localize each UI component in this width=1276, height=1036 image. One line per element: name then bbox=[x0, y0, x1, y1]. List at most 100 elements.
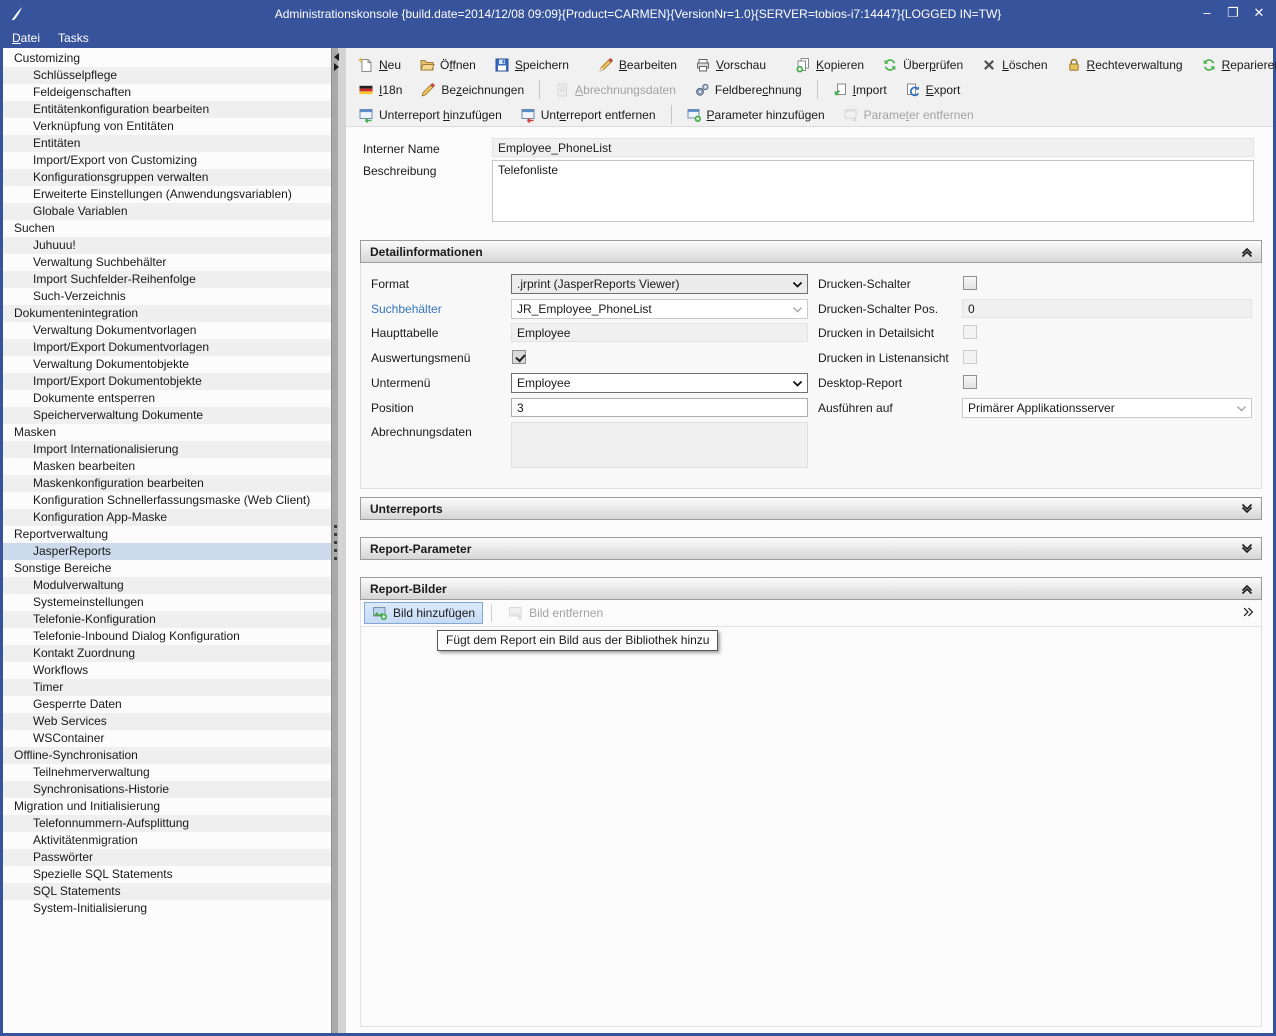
menu-item-tasks[interactable]: Tasks bbox=[58, 31, 89, 45]
rechteverwaltung-button[interactable]: Rechteverwaltung bbox=[1060, 54, 1189, 76]
expand-right-icon[interactable] bbox=[334, 63, 339, 71]
unterreport-hinzuf-gen-button[interactable]: Unterreport hinzufügen bbox=[352, 104, 508, 126]
suchbeh-lter-dropdown[interactable]: JR_Employee_PhoneList bbox=[511, 299, 808, 319]
chevron-double-up-icon[interactable] bbox=[1239, 244, 1255, 260]
bezeichnungen-button[interactable]: Bezeichnungen bbox=[414, 79, 530, 101]
sidebar-item-suchen[interactable]: Suchen bbox=[3, 220, 331, 237]
sidebar-item-entit-tenkonfiguration-bearbeiten[interactable]: Entitätenkonfiguration bearbeiten bbox=[3, 101, 331, 118]
sidebar-item-verwaltung-dokumentvorlagen[interactable]: Verwaltung Dokumentvorlagen bbox=[3, 322, 331, 339]
sidebar-item-gesperrte-daten[interactable]: Gesperrte Daten bbox=[3, 696, 331, 713]
sidebar-item-telefonie-konfiguration[interactable]: Telefonie-Konfiguration bbox=[3, 611, 331, 628]
chevron-double-right-icon[interactable] bbox=[1241, 605, 1255, 619]
kopieren-button[interactable]: Kopieren bbox=[789, 54, 870, 76]
sidebar-item-migration-und-initialisierung[interactable]: Migration und Initialisierung bbox=[3, 798, 331, 815]
sidebar-item-juhuuu[interactable]: Juhuuu! bbox=[3, 237, 331, 254]
sidebar-item-verwaltung-suchbeh-lter[interactable]: Verwaltung Suchbehälter bbox=[3, 254, 331, 271]
sidebar-item-import-export-dokumentvorlagen[interactable]: Import/Export Dokumentvorlagen bbox=[3, 339, 331, 356]
report-bilder-section-header[interactable]: Report-Bilder bbox=[360, 577, 1262, 600]
chevron-down-icon[interactable] bbox=[791, 303, 804, 316]
menu-item-datei[interactable]: Datei bbox=[12, 31, 40, 45]
sidebar-item-erweiterte-einstellungen-anwendungsvariablen[interactable]: Erweiterte Einstellungen (Anwendungsvari… bbox=[3, 186, 331, 203]
berpr-fen-button[interactable]: Überprüfen bbox=[876, 54, 969, 76]
ffnen-button[interactable]: Öffnen bbox=[413, 54, 482, 76]
sidebar-item-workflows[interactable]: Workflows bbox=[3, 662, 331, 679]
minimize-button[interactable]: – bbox=[1200, 5, 1214, 21]
sidebar-item-konfigurationsgruppen-verwalten[interactable]: Konfigurationsgruppen verwalten bbox=[3, 169, 331, 186]
sidebar-item-konfiguration-app-maske[interactable]: Konfiguration App-Maske bbox=[3, 509, 331, 526]
sidebar-item-sql-statements[interactable]: SQL Statements bbox=[3, 883, 331, 900]
sidebar-item-reportverwaltung[interactable]: Reportverwaltung bbox=[3, 526, 331, 543]
sidebar-item-import-internationalisierung[interactable]: Import Internationalisierung bbox=[3, 441, 331, 458]
beschreibung-textarea[interactable]: Telefonliste bbox=[492, 160, 1254, 222]
sidebar-item-globale-variablen[interactable]: Globale Variablen bbox=[3, 203, 331, 220]
sidebar-item-synchronisations-historie[interactable]: Synchronisations-Historie bbox=[3, 781, 331, 798]
chevron-double-down-icon[interactable] bbox=[1239, 501, 1255, 517]
splitter-handle-icon[interactable] bbox=[334, 520, 337, 565]
speichern-button[interactable]: Speichern bbox=[488, 54, 575, 76]
unterreports-section-header[interactable]: Unterreports bbox=[360, 497, 1262, 520]
sidebar-item-web-services[interactable]: Web Services bbox=[3, 713, 331, 730]
sidebar-item-verwaltung-dokumentobjekte[interactable]: Verwaltung Dokumentobjekte bbox=[3, 356, 331, 373]
bild-hinzuf-gen-button[interactable]: Bild hinzufügen bbox=[364, 602, 483, 624]
ausf-hren-auf-dropdown[interactable]: Primärer Applikationsserver bbox=[962, 398, 1252, 418]
chevron-down-icon[interactable] bbox=[1235, 402, 1248, 415]
drucken-schalter-checkbox[interactable] bbox=[963, 276, 977, 290]
export-button[interactable]: Export bbox=[899, 79, 967, 101]
sidebar-item-verkn-pfung-von-entit-ten[interactable]: Verknüpfung von Entitäten bbox=[3, 118, 331, 135]
report-parameter-section-header[interactable]: Report-Parameter bbox=[360, 537, 1262, 560]
sidebar-item-import-export-dokumentobjekte[interactable]: Import/Export Dokumentobjekte bbox=[3, 373, 331, 390]
sidebar-item-import-export-von-customizing[interactable]: Import/Export von Customizing bbox=[3, 152, 331, 169]
chevron-double-up-icon[interactable] bbox=[1239, 581, 1255, 597]
close-button[interactable]: ✕ bbox=[1252, 5, 1266, 21]
sidebar-item-import-suchfelder-reihenfolge[interactable]: Import Suchfelder-Reihenfolge bbox=[3, 271, 331, 288]
desktop-report-checkbox[interactable] bbox=[963, 375, 977, 389]
sidebar-item-teilnehmerverwaltung[interactable]: Teilnehmerverwaltung bbox=[3, 764, 331, 781]
sidebar-item-masken-bearbeiten[interactable]: Masken bearbeiten bbox=[3, 458, 331, 475]
vorschau-button[interactable]: Vorschau bbox=[689, 54, 772, 76]
chevron-double-down-icon[interactable] bbox=[1239, 541, 1255, 557]
sidebar-item-telefonie-inbound-dialog-konfiguration[interactable]: Telefonie-Inbound Dialog Konfiguration bbox=[3, 628, 331, 645]
sidebar-item-kontakt-zuordnung[interactable]: Kontakt Zuordnung bbox=[3, 645, 331, 662]
suchbeh-lter-label[interactable]: Suchbehälter bbox=[371, 301, 442, 317]
sidebar-item-spezielle-sql-statements[interactable]: Spezielle SQL Statements bbox=[3, 866, 331, 883]
sidebar-item-schl-sselpflege[interactable]: Schlüsselpflege bbox=[3, 67, 331, 84]
sidebar-item-modulverwaltung[interactable]: Modulverwaltung bbox=[3, 577, 331, 594]
sidebar-item-such-verzeichnis[interactable]: Such-Verzeichnis bbox=[3, 288, 331, 305]
reparieren-button[interactable]: Reparieren bbox=[1195, 54, 1276, 76]
untermen-dropdown[interactable]: Employee bbox=[511, 373, 808, 393]
sidebar-item-wscontainer[interactable]: WSContainer bbox=[3, 730, 331, 747]
neu-button[interactable]: Neu bbox=[352, 54, 407, 76]
auswertungsmen-checkbox[interactable] bbox=[512, 350, 526, 364]
chevron-down-icon[interactable] bbox=[791, 278, 804, 291]
sidebar-item-sonstige-bereiche[interactable]: Sonstige Bereiche bbox=[3, 560, 331, 577]
sidebar-item-dokumentenintegration[interactable]: Dokumentenintegration bbox=[3, 305, 331, 322]
sidebar-item-customizing[interactable]: Customizing bbox=[3, 50, 331, 67]
sidebar-item-passw-rter[interactable]: Passwörter bbox=[3, 849, 331, 866]
import-button[interactable]: Import bbox=[826, 79, 893, 101]
unterreport-entfernen-button[interactable]: Unterreport entfernen bbox=[514, 104, 662, 126]
splitter[interactable] bbox=[331, 48, 346, 1033]
chevron-down-icon[interactable] bbox=[791, 377, 804, 390]
sidebar-item-offline-synchronisation[interactable]: Offline-Synchronisation bbox=[3, 747, 331, 764]
sidebar-item-systemeinstellungen[interactable]: Systemeinstellungen bbox=[3, 594, 331, 611]
sidebar-item-speicherverwaltung-dokumente[interactable]: Speicherverwaltung Dokumente bbox=[3, 407, 331, 424]
sidebar-item-aktivit-tenmigration[interactable]: Aktivitätenmigration bbox=[3, 832, 331, 849]
sidebar-item-maskenkonfiguration-bearbeiten[interactable]: Maskenkonfiguration bearbeiten bbox=[3, 475, 331, 492]
format-dropdown[interactable]: .jrprint (JasperReports Viewer) bbox=[511, 274, 808, 294]
position-field[interactable]: 3 bbox=[511, 398, 808, 417]
detail-section-header[interactable]: Detailinformationen bbox=[360, 240, 1262, 263]
sidebar-item-feldeigenschaften[interactable]: Feldeigenschaften bbox=[3, 84, 331, 101]
parameter-hinzuf-gen-button[interactable]: Parameter hinzufügen bbox=[680, 104, 831, 126]
sidebar-item-telefonnummern-aufsplittung[interactable]: Telefonnummern-Aufsplittung bbox=[3, 815, 331, 832]
maximize-button[interactable]: ❐ bbox=[1226, 5, 1240, 21]
l-schen-button[interactable]: Löschen bbox=[975, 54, 1053, 76]
sidebar-item-system-initialisierung[interactable]: System-Initialisierung bbox=[3, 900, 331, 917]
i18n-button[interactable]: I18n bbox=[352, 79, 408, 101]
sidebar-item-konfiguration-schnellerfassungsmaske-web-client[interactable]: Konfiguration Schnellerfassungsmaske (We… bbox=[3, 492, 331, 509]
sidebar-item-masken[interactable]: Masken bbox=[3, 424, 331, 441]
sidebar-item-dokumente-entsperren[interactable]: Dokumente entsperren bbox=[3, 390, 331, 407]
bearbeiten-button[interactable]: Bearbeiten bbox=[592, 54, 683, 76]
sidebar-item-entit-ten[interactable]: Entitäten bbox=[3, 135, 331, 152]
sidebar-item-timer[interactable]: Timer bbox=[3, 679, 331, 696]
feldberechnung-button[interactable]: Feldberechnung bbox=[688, 79, 808, 101]
